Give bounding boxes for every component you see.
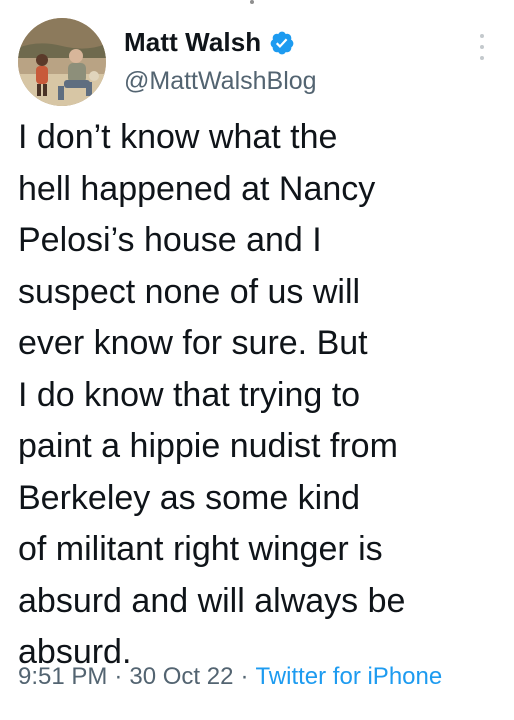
display-name[interactable]: Matt Walsh [124, 27, 261, 58]
tweet-time[interactable]: 9:51 PM [18, 663, 107, 690]
more-dot [480, 45, 484, 49]
scroll-indicator-dot [250, 0, 254, 4]
meta-separator: · [114, 663, 123, 690]
avatar[interactable] [18, 18, 106, 106]
verified-badge-icon [270, 31, 294, 54]
tweet-source-link[interactable]: Twitter for iPhone [255, 663, 442, 690]
tweet-date[interactable]: 30 Oct 22 [129, 663, 233, 690]
meta-separator: · [240, 663, 249, 690]
more-options-icon[interactable] [472, 30, 492, 64]
display-name-row: Matt Walsh [124, 27, 295, 58]
more-dot [480, 34, 484, 38]
tweet-card: Matt Walsh @MattWalshBlog I don’t know w… [0, 0, 514, 720]
tweet-metadata: 9:51 PM · 30 Oct 22 · Twitter for iPhone [18, 663, 442, 691]
more-dot [480, 56, 484, 60]
tweet-text: I don’t know what the hell happened at N… [18, 118, 406, 671]
user-handle[interactable]: @MattWalshBlog [124, 67, 317, 96]
avatar-photo [18, 18, 106, 106]
